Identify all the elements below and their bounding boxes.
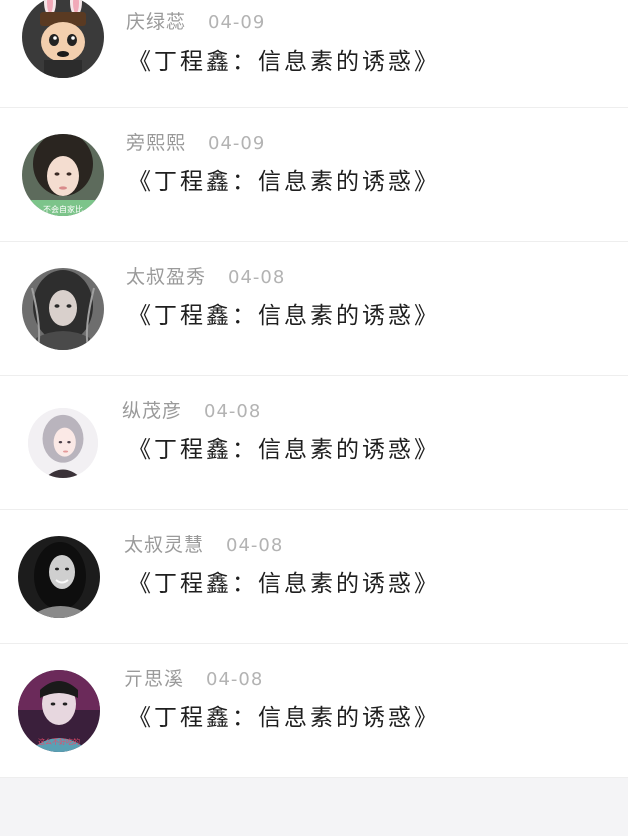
illustrated-girl-avatar-icon[interactable] (28, 408, 98, 478)
girl-portrait-avatar-icon[interactable]: 不会自家比 (22, 134, 104, 216)
comment-date: 04-08 (204, 401, 262, 422)
comment-item[interactable]: 太叔盈秀 04-08 《丁程鑫：信息素的诱惑》 (0, 242, 628, 376)
comment-item[interactable]: 庆绿蕊 04-09 《丁程鑫：信息素的诱惑》 (0, 0, 628, 108)
avatar-caption: 这么不好吃的 (38, 737, 80, 746)
comment-date: 04-08 (226, 535, 284, 556)
anime-girl-avatar-icon[interactable] (22, 268, 104, 350)
username[interactable]: 亓思溪 (124, 668, 184, 690)
comment-list: 庆绿蕊 04-09 《丁程鑫：信息素的诱惑》 不会自家比 旁熙熙 04-09 《丁程… (0, 0, 628, 778)
comment-item[interactable]: 纵茂彦 04-08 《丁程鑫：信息素的诱惑》 (0, 376, 628, 510)
comment-text: 《丁程鑫：信息素的诱惑》 (128, 49, 440, 75)
black-white-woman-avatar-icon[interactable] (18, 536, 100, 618)
comment-date: 04-08 (228, 267, 286, 288)
username[interactable]: 庆绿蕊 (126, 11, 186, 33)
comment-meta: 太叔盈秀 04-08 (126, 262, 285, 289)
comment-meta: 亓思溪 04-08 (124, 664, 263, 691)
comment-meta: 庆绿蕊 04-09 (126, 7, 265, 34)
comment-item[interactable]: 太叔灵慧 04-08 《丁程鑫：信息素的诱惑》 (0, 510, 628, 644)
avatar-caption: 不会自家比 (43, 204, 83, 214)
comment-date: 04-09 (208, 133, 266, 154)
cartoon-rabbit-ears-avatar-icon[interactable] (22, 0, 104, 78)
comment-item[interactable]: 不会自家比 旁熙熙 04-09 《丁程鑫：信息素的诱惑》 (0, 108, 628, 242)
username[interactable]: 太叔灵慧 (124, 534, 204, 556)
comment-item[interactable]: 这么不好吃的 亓思溪 04-08 《丁程鑫：信息素的诱惑》 (0, 644, 628, 778)
username[interactable]: 旁熙熙 (126, 132, 186, 154)
username[interactable]: 太叔盈秀 (126, 266, 206, 288)
comment-meta: 旁熙熙 04-09 (126, 128, 265, 155)
comment-text: 《丁程鑫：信息素的诱惑》 (128, 169, 440, 195)
username[interactable]: 纵茂彦 (122, 400, 182, 422)
comment-text: 《丁程鑫：信息素的诱惑》 (128, 705, 440, 731)
comment-text: 《丁程鑫：信息素的诱惑》 (128, 303, 440, 329)
comment-text: 《丁程鑫：信息素的诱惑》 (128, 571, 440, 597)
comment-meta: 太叔灵慧 04-08 (124, 530, 283, 557)
comment-text: 《丁程鑫：信息素的诱惑》 (128, 437, 440, 463)
neon-portrait-avatar-icon[interactable]: 这么不好吃的 (18, 670, 100, 752)
comment-date: 04-08 (206, 669, 264, 690)
comment-date: 04-09 (208, 12, 266, 33)
comment-meta: 纵茂彦 04-08 (122, 396, 261, 423)
